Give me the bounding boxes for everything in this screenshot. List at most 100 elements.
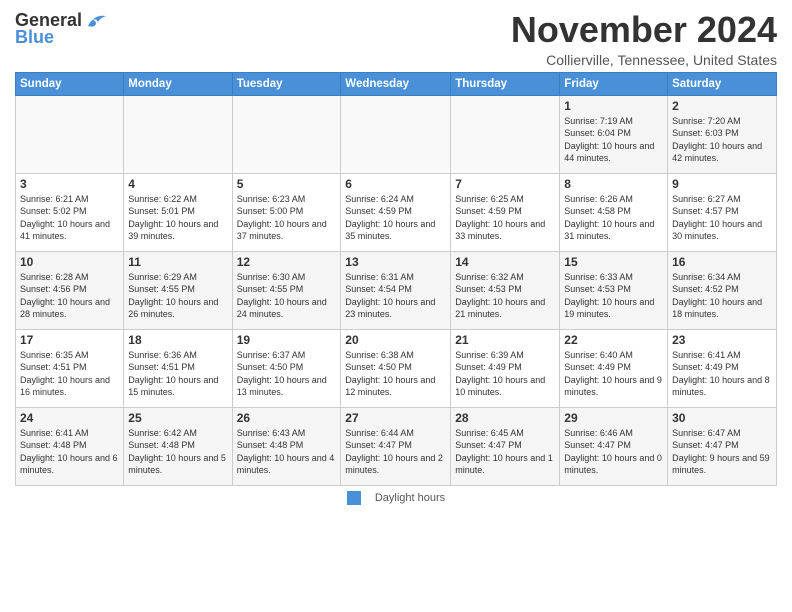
calendar-cell: 25Sunrise: 6:42 AM Sunset: 4:48 PM Dayli… (124, 407, 232, 485)
location: Collierville, Tennessee, United States (511, 52, 777, 68)
weekday-header: Sunday (16, 72, 124, 95)
day-info: Sunrise: 6:44 AM Sunset: 4:47 PM Dayligh… (345, 427, 446, 477)
day-number: 3 (20, 177, 119, 191)
day-number: 15 (564, 255, 663, 269)
day-info: Sunrise: 6:22 AM Sunset: 5:01 PM Dayligh… (128, 193, 227, 243)
day-number: 12 (237, 255, 337, 269)
day-info: Sunrise: 6:28 AM Sunset: 4:56 PM Dayligh… (20, 271, 119, 321)
day-number: 6 (345, 177, 446, 191)
calendar-table: SundayMondayTuesdayWednesdayThursdayFrid… (15, 72, 777, 486)
month-title: November 2024 (511, 10, 777, 50)
calendar-week-row: 3 Sunrise: 6:21 AM Sunset: 5:02 PM Daylig… (16, 173, 777, 251)
header: General Blue November 2024 Collierville,… (15, 10, 777, 68)
calendar-cell: 30 Sunrise: 6:47 AM Sunset: 4:47 PM Dayli… (668, 407, 777, 485)
footer: Daylight hours (15, 491, 777, 505)
calendar-cell: 14 Sunrise: 6:32 AM Sunset: 4:53 PM Dayli… (451, 251, 560, 329)
day-info: Sunrise: 6:31 AM Sunset: 4:54 PM Dayligh… (345, 271, 446, 321)
calendar-cell: 28 Sunrise: 6:45 AM Sunset: 4:47 PM Dayli… (451, 407, 560, 485)
calendar-cell: 7Sunrise: 6:25 AM Sunset: 4:59 PM Daylig… (451, 173, 560, 251)
day-info: Sunrise: 6:33 AM Sunset: 4:53 PM Dayligh… (564, 271, 663, 321)
calendar-cell: 12 Sunrise: 6:30 AM Sunset: 4:55 PM Dayli… (232, 251, 341, 329)
calendar-cell: 16Sunrise: 6:34 AM Sunset: 4:52 PM Dayli… (668, 251, 777, 329)
calendar-cell: 10 Sunrise: 6:28 AM Sunset: 4:56 PM Dayli… (16, 251, 124, 329)
day-number: 4 (128, 177, 227, 191)
weekday-header: Thursday (451, 72, 560, 95)
legend-box (347, 491, 361, 505)
page-container: General Blue November 2024 Collierville,… (0, 0, 792, 510)
calendar-cell: 20 Sunrise: 6:38 AM Sunset: 4:50 PM Dayli… (341, 329, 451, 407)
calendar-cell: 6 Sunrise: 6:24 AM Sunset: 4:59 PM Daylig… (341, 173, 451, 251)
day-number: 24 (20, 411, 119, 425)
day-info: Sunrise: 7:20 AM Sunset: 6:03 PM Dayligh… (672, 115, 772, 165)
calendar-cell: 29 Sunrise: 6:46 AM Sunset: 4:47 PM Dayli… (560, 407, 668, 485)
calendar-cell: 13 Sunrise: 6:31 AM Sunset: 4:54 PM Dayli… (341, 251, 451, 329)
calendar-cell: 4 Sunrise: 6:22 AM Sunset: 5:01 PM Daylig… (124, 173, 232, 251)
day-number: 29 (564, 411, 663, 425)
day-number: 9 (672, 177, 772, 191)
calendar-week-row: 24Sunrise: 6:41 AM Sunset: 4:48 PM Dayli… (16, 407, 777, 485)
day-number: 22 (564, 333, 663, 347)
day-info: Sunrise: 6:38 AM Sunset: 4:50 PM Dayligh… (345, 349, 446, 399)
calendar-cell: 23Sunrise: 6:41 AM Sunset: 4:49 PM Dayli… (668, 329, 777, 407)
day-number: 10 (20, 255, 119, 269)
day-info: Sunrise: 6:23 AM Sunset: 5:00 PM Dayligh… (237, 193, 337, 243)
weekday-header: Saturday (668, 72, 777, 95)
legend-label: Daylight hours (375, 492, 445, 504)
day-number: 2 (672, 99, 772, 113)
day-info: Sunrise: 6:29 AM Sunset: 4:55 PM Dayligh… (128, 271, 227, 321)
day-info: Sunrise: 6:43 AM Sunset: 4:48 PM Dayligh… (237, 427, 337, 477)
day-number: 30 (672, 411, 772, 425)
day-info: Sunrise: 6:30 AM Sunset: 4:55 PM Dayligh… (237, 271, 337, 321)
day-info: Sunrise: 6:21 AM Sunset: 5:02 PM Dayligh… (20, 193, 119, 243)
calendar-cell: 1 Sunrise: 7:19 AM Sunset: 6:04 PM Daylig… (560, 95, 668, 173)
day-info: Sunrise: 6:27 AM Sunset: 4:57 PM Dayligh… (672, 193, 772, 243)
calendar-cell (341, 95, 451, 173)
day-number: 14 (455, 255, 555, 269)
day-info: Sunrise: 6:24 AM Sunset: 4:59 PM Dayligh… (345, 193, 446, 243)
day-info: Sunrise: 7:19 AM Sunset: 6:04 PM Dayligh… (564, 115, 663, 165)
day-info: Sunrise: 6:47 AM Sunset: 4:47 PM Dayligh… (672, 427, 772, 477)
day-info: Sunrise: 6:45 AM Sunset: 4:47 PM Dayligh… (455, 427, 555, 477)
calendar-header-row: SundayMondayTuesdayWednesdayThursdayFrid… (16, 72, 777, 95)
calendar-cell: 27 Sunrise: 6:44 AM Sunset: 4:47 PM Dayli… (341, 407, 451, 485)
logo-bird-icon (86, 12, 108, 30)
title-block: November 2024 Collierville, Tennessee, U… (511, 10, 777, 68)
calendar-week-row: 17Sunrise: 6:35 AM Sunset: 4:51 PM Dayli… (16, 329, 777, 407)
day-number: 11 (128, 255, 227, 269)
calendar-cell: 21Sunrise: 6:39 AM Sunset: 4:49 PM Dayli… (451, 329, 560, 407)
day-number: 25 (128, 411, 227, 425)
day-info: Sunrise: 6:41 AM Sunset: 4:49 PM Dayligh… (672, 349, 772, 399)
calendar-cell: 2 Sunrise: 7:20 AM Sunset: 6:03 PM Daylig… (668, 95, 777, 173)
day-number: 18 (128, 333, 227, 347)
calendar-cell: 18 Sunrise: 6:36 AM Sunset: 4:51 PM Dayli… (124, 329, 232, 407)
calendar-week-row: 10 Sunrise: 6:28 AM Sunset: 4:56 PM Dayli… (16, 251, 777, 329)
calendar-cell (232, 95, 341, 173)
day-number: 21 (455, 333, 555, 347)
calendar-cell: 26Sunrise: 6:43 AM Sunset: 4:48 PM Dayli… (232, 407, 341, 485)
day-number: 28 (455, 411, 555, 425)
calendar-cell: 19Sunrise: 6:37 AM Sunset: 4:50 PM Dayli… (232, 329, 341, 407)
day-number: 8 (564, 177, 663, 191)
day-info: Sunrise: 6:32 AM Sunset: 4:53 PM Dayligh… (455, 271, 555, 321)
calendar-cell: 15 Sunrise: 6:33 AM Sunset: 4:53 PM Dayli… (560, 251, 668, 329)
day-number: 27 (345, 411, 446, 425)
day-info: Sunrise: 6:36 AM Sunset: 4:51 PM Dayligh… (128, 349, 227, 399)
day-number: 5 (237, 177, 337, 191)
day-number: 17 (20, 333, 119, 347)
weekday-header: Wednesday (341, 72, 451, 95)
day-info: Sunrise: 6:46 AM Sunset: 4:47 PM Dayligh… (564, 427, 663, 477)
weekday-header: Friday (560, 72, 668, 95)
day-info: Sunrise: 6:37 AM Sunset: 4:50 PM Dayligh… (237, 349, 337, 399)
day-number: 20 (345, 333, 446, 347)
calendar-cell: 17Sunrise: 6:35 AM Sunset: 4:51 PM Dayli… (16, 329, 124, 407)
logo: General Blue (15, 10, 108, 48)
calendar-cell (451, 95, 560, 173)
calendar-cell: 3 Sunrise: 6:21 AM Sunset: 5:02 PM Daylig… (16, 173, 124, 251)
day-number: 13 (345, 255, 446, 269)
calendar-cell (124, 95, 232, 173)
weekday-header: Tuesday (232, 72, 341, 95)
calendar-cell: 11 Sunrise: 6:29 AM Sunset: 4:55 PM Dayli… (124, 251, 232, 329)
day-number: 1 (564, 99, 663, 113)
calendar-cell: 22Sunrise: 6:40 AM Sunset: 4:49 PM Dayli… (560, 329, 668, 407)
day-number: 7 (455, 177, 555, 191)
